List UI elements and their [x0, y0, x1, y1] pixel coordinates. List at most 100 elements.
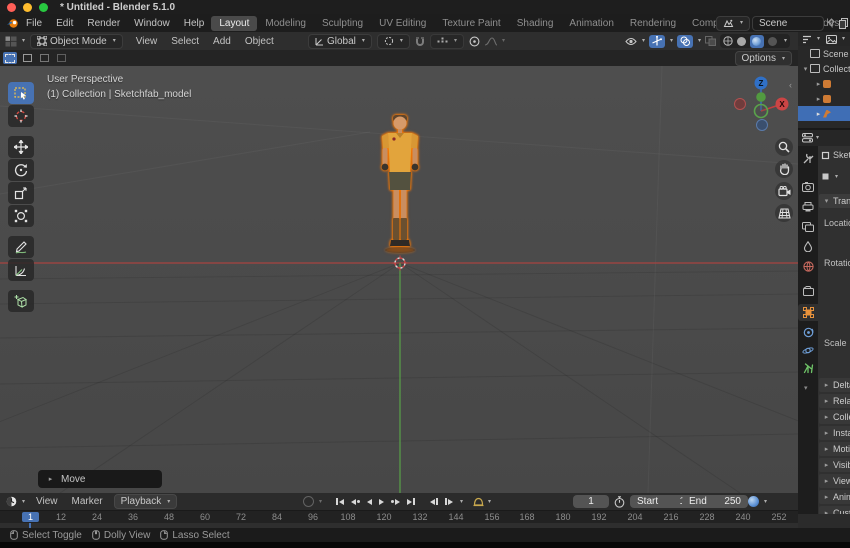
play-reverse-button[interactable] — [364, 497, 375, 507]
panel-animation[interactable]: ▸ Animation — [819, 490, 850, 504]
tab-constraint-properties[interactable] — [798, 324, 818, 341]
tool-select-box[interactable] — [8, 82, 34, 104]
tool-measure[interactable] — [8, 259, 34, 281]
tool-transform[interactable] — [8, 205, 34, 227]
tool-rotate[interactable] — [8, 159, 34, 181]
shading-material-preview-button[interactable] — [749, 34, 764, 48]
snap-with-dropdown[interactable]: ▾ — [429, 33, 464, 49]
close-window-button[interactable] — [7, 2, 16, 12]
options-dropdown[interactable]: Options ▾ — [734, 51, 792, 66]
timeline-menu-marker[interactable]: Marker — [65, 496, 110, 507]
tab-physics-properties[interactable] — [798, 342, 818, 359]
camera-view-icon[interactable] — [775, 182, 793, 200]
tool-move[interactable] — [8, 136, 34, 158]
menu-help[interactable]: Help — [177, 18, 212, 29]
timeline-editor-type-button[interactable]: ▾ — [6, 496, 25, 507]
jump-to-end-button[interactable] — [404, 496, 418, 507]
frame-forward-button[interactable] — [442, 496, 456, 507]
workspace-tab-animation[interactable]: Animation — [561, 16, 621, 31]
outliner-row-collection[interactable]: ▾ Collection — [798, 61, 850, 76]
tab-object-data-properties[interactable] — [798, 360, 818, 377]
panel-visibility[interactable]: ▸ Visibility — [819, 458, 850, 472]
menu-add[interactable]: Add — [206, 36, 238, 47]
end-frame-field[interactable]: End 250 — [682, 495, 748, 508]
outliner-row-object[interactable]: ▸ — [798, 76, 850, 91]
workspace-tab-modeling[interactable]: Modeling — [257, 16, 314, 31]
minimize-window-button[interactable] — [23, 2, 32, 12]
workspace-tab-layout[interactable]: Layout — [211, 15, 258, 31]
new-scene-icon[interactable] — [839, 17, 848, 29]
object-selector-dropdown[interactable]: ▾ — [821, 172, 838, 181]
workspace-tab-rendering[interactable]: Rendering — [622, 16, 684, 31]
panel-custom-properties[interactable]: ▸ Custom Properties — [819, 506, 850, 514]
tool-cursor[interactable] — [8, 105, 34, 127]
outliner-filter-icon[interactable] — [802, 35, 812, 44]
visibility-dropdown[interactable]: ▾ — [625, 37, 645, 46]
zoom-view-icon[interactable] — [775, 138, 793, 156]
tool-add-primitive[interactable] — [8, 290, 34, 312]
outliner-row-selected-object[interactable]: ▸ — [798, 106, 850, 121]
workspace-tab-shading[interactable]: Shading — [509, 16, 562, 31]
scene-name-field[interactable]: Scene — [752, 15, 824, 31]
select-mode-subtract-button[interactable] — [37, 52, 51, 64]
tab-collection-properties[interactable] — [798, 282, 818, 299]
blender-logo-icon[interactable] — [6, 18, 19, 29]
toggle-orthographic-icon[interactable] — [775, 204, 793, 222]
show-gizmo-toggle[interactable] — [648, 34, 665, 48]
tab-render-properties[interactable] — [798, 178, 818, 195]
select-mode-extend-button[interactable] — [20, 52, 34, 64]
tool-annotate[interactable] — [8, 236, 34, 258]
operator-panel-move[interactable]: ▸ Move — [38, 470, 162, 488]
snap-toggle-magnet-icon[interactable] — [415, 36, 425, 47]
tab-tool-properties[interactable] — [798, 150, 818, 167]
panel-motion-paths[interactable]: ▸ Motion Paths — [819, 442, 850, 456]
shading-solid-button[interactable] — [736, 36, 746, 46]
menu-select[interactable]: Select — [164, 36, 206, 47]
snap-target-dropdown[interactable]: ▾ — [376, 33, 410, 49]
current-frame-indicator[interactable]: 1 — [22, 512, 39, 522]
expand-icon[interactable]: ▸ — [814, 110, 823, 118]
workspace-tab-uv-editing[interactable]: UV Editing — [371, 16, 434, 31]
sidebar-collapse-arrow[interactable]: ‹ — [789, 80, 792, 90]
model-soccer-player[interactable] — [372, 110, 428, 260]
panel-instancing[interactable]: ▸ Instancing — [819, 426, 850, 440]
tab-world-properties[interactable] — [798, 258, 818, 275]
pan-view-hand-icon[interactable] — [775, 160, 793, 178]
editor-type-button[interactable]: ▾ — [5, 36, 25, 47]
panel-viewport-display[interactable]: ▸ Viewport Display — [819, 474, 850, 488]
menu-edit[interactable]: Edit — [49, 18, 80, 29]
proportional-editing-icon[interactable] — [469, 36, 480, 47]
panel-delta-transform[interactable]: ▸ Delta Transform — [819, 378, 850, 392]
menu-object[interactable]: Object — [238, 36, 281, 47]
properties-editor-icon[interactable] — [802, 133, 813, 143]
pin-scene-icon[interactable] — [827, 18, 836, 28]
tab-view-layer-properties[interactable] — [798, 218, 818, 235]
show-overlays-toggle[interactable] — [676, 34, 693, 48]
panel-transform[interactable]: ▾ Transform — [819, 194, 850, 208]
auto-key-record-icon[interactable] — [303, 496, 314, 507]
menu-file[interactable]: File — [19, 18, 49, 29]
menu-view[interactable]: View — [129, 36, 165, 47]
menu-render[interactable]: Render — [80, 18, 127, 29]
prev-keyframe-button[interactable] — [348, 497, 363, 507]
current-frame-field[interactable]: 1 — [573, 495, 609, 508]
outliner-row-object[interactable]: ▸ — [798, 91, 850, 106]
keying-set-icon[interactable] — [473, 497, 484, 507]
tab-object-properties[interactable] — [798, 304, 818, 321]
timeline-sync-dropdown[interactable]: ▾ — [748, 496, 767, 507]
expand-icon[interactable]: ▸ — [814, 80, 823, 88]
viewport-3d[interactable]: User Perspective (1) Collection | Sketch… — [0, 66, 798, 493]
outliner-display-mode-icon[interactable] — [826, 34, 838, 44]
scene-browse-button[interactable]: ▾ — [715, 15, 750, 31]
collapse-icon[interactable]: ▾ — [801, 65, 810, 73]
expand-icon[interactable]: ▸ — [814, 95, 823, 103]
timeline-menu-view[interactable]: View — [29, 496, 65, 507]
panel-collections[interactable]: ▸ Collections — [819, 410, 850, 424]
select-mode-new-button[interactable] — [3, 52, 17, 64]
tab-output-properties[interactable] — [798, 198, 818, 215]
next-keyframe-button[interactable] — [388, 497, 403, 507]
transform-orientation-dropdown[interactable]: Global ▾ — [308, 33, 372, 49]
stopwatch-icon[interactable] — [614, 495, 625, 508]
shading-wireframe-button[interactable] — [723, 36, 733, 46]
outliner-row-scene[interactable]: Scene Collection — [798, 46, 850, 61]
